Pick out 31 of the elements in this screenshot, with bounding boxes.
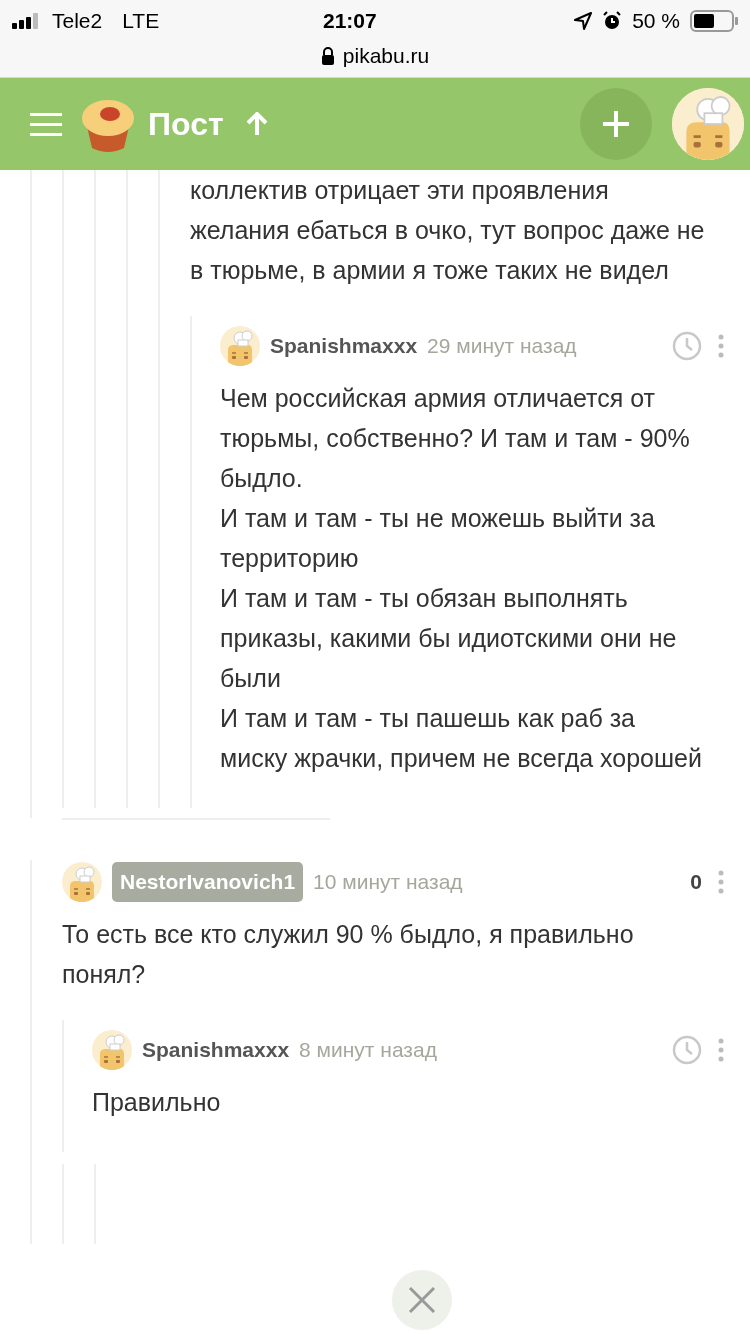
comment-time: 8 минут назад (299, 1037, 437, 1064)
comment-time: 10 минут назад (313, 869, 463, 896)
more-options-icon[interactable] (718, 1038, 724, 1062)
carrier-name: Tele2 (52, 8, 103, 35)
clock-icon[interactable] (672, 331, 702, 361)
comment-text: коллектив отрицает эти проявления желания ебаться в очко, тут вопрос даже не в тюрьме, в армии я тоже таких не видел (190, 175, 706, 286)
more-options-icon[interactable] (718, 870, 724, 894)
scroll-up-arrow-icon[interactable] (245, 112, 268, 136)
page-title: Пост (148, 105, 224, 144)
url-text[interactable]: pikabu.ru (342, 40, 430, 72)
rating-value: 0 (690, 869, 702, 896)
avatar-icon (62, 862, 102, 902)
author-name[interactable]: Spanishmaxxx (270, 330, 418, 362)
avatar-icon (92, 1030, 132, 1070)
more-options-icon[interactable] (718, 334, 724, 358)
plus-icon (601, 109, 631, 139)
clock-icon[interactable] (672, 1035, 702, 1065)
comment-text: То есть все кто служил 90 % быдло, я правильно понял? (62, 919, 635, 990)
comment-time: 29 минут назад (427, 333, 577, 360)
alarm-clock-icon (602, 11, 623, 31)
comment-text: Правильно (92, 1087, 222, 1118)
comment-text: Чем российская армия отличается от тюрьмы, собственно? И там и там - 90% быдло. И там и там - ты не можешь выйти за территорию И там и там - ты обязан выполнять приказы, какими бы идиотскими они не были И там и там - ты пашешь как раб за миску жрачки, причем не всегда хорошей (220, 383, 703, 774)
lock-icon (320, 47, 335, 65)
clock-time: 21:07 (323, 8, 377, 35)
battery-icon (690, 10, 738, 32)
network-type: LTE (122, 8, 160, 35)
author-name[interactable]: Spanishmaxxx (142, 1034, 290, 1066)
battery-percent: 50 % (632, 8, 680, 35)
avatar-icon (220, 326, 260, 366)
close-icon (408, 1286, 436, 1314)
location-arrow-icon (574, 12, 593, 30)
